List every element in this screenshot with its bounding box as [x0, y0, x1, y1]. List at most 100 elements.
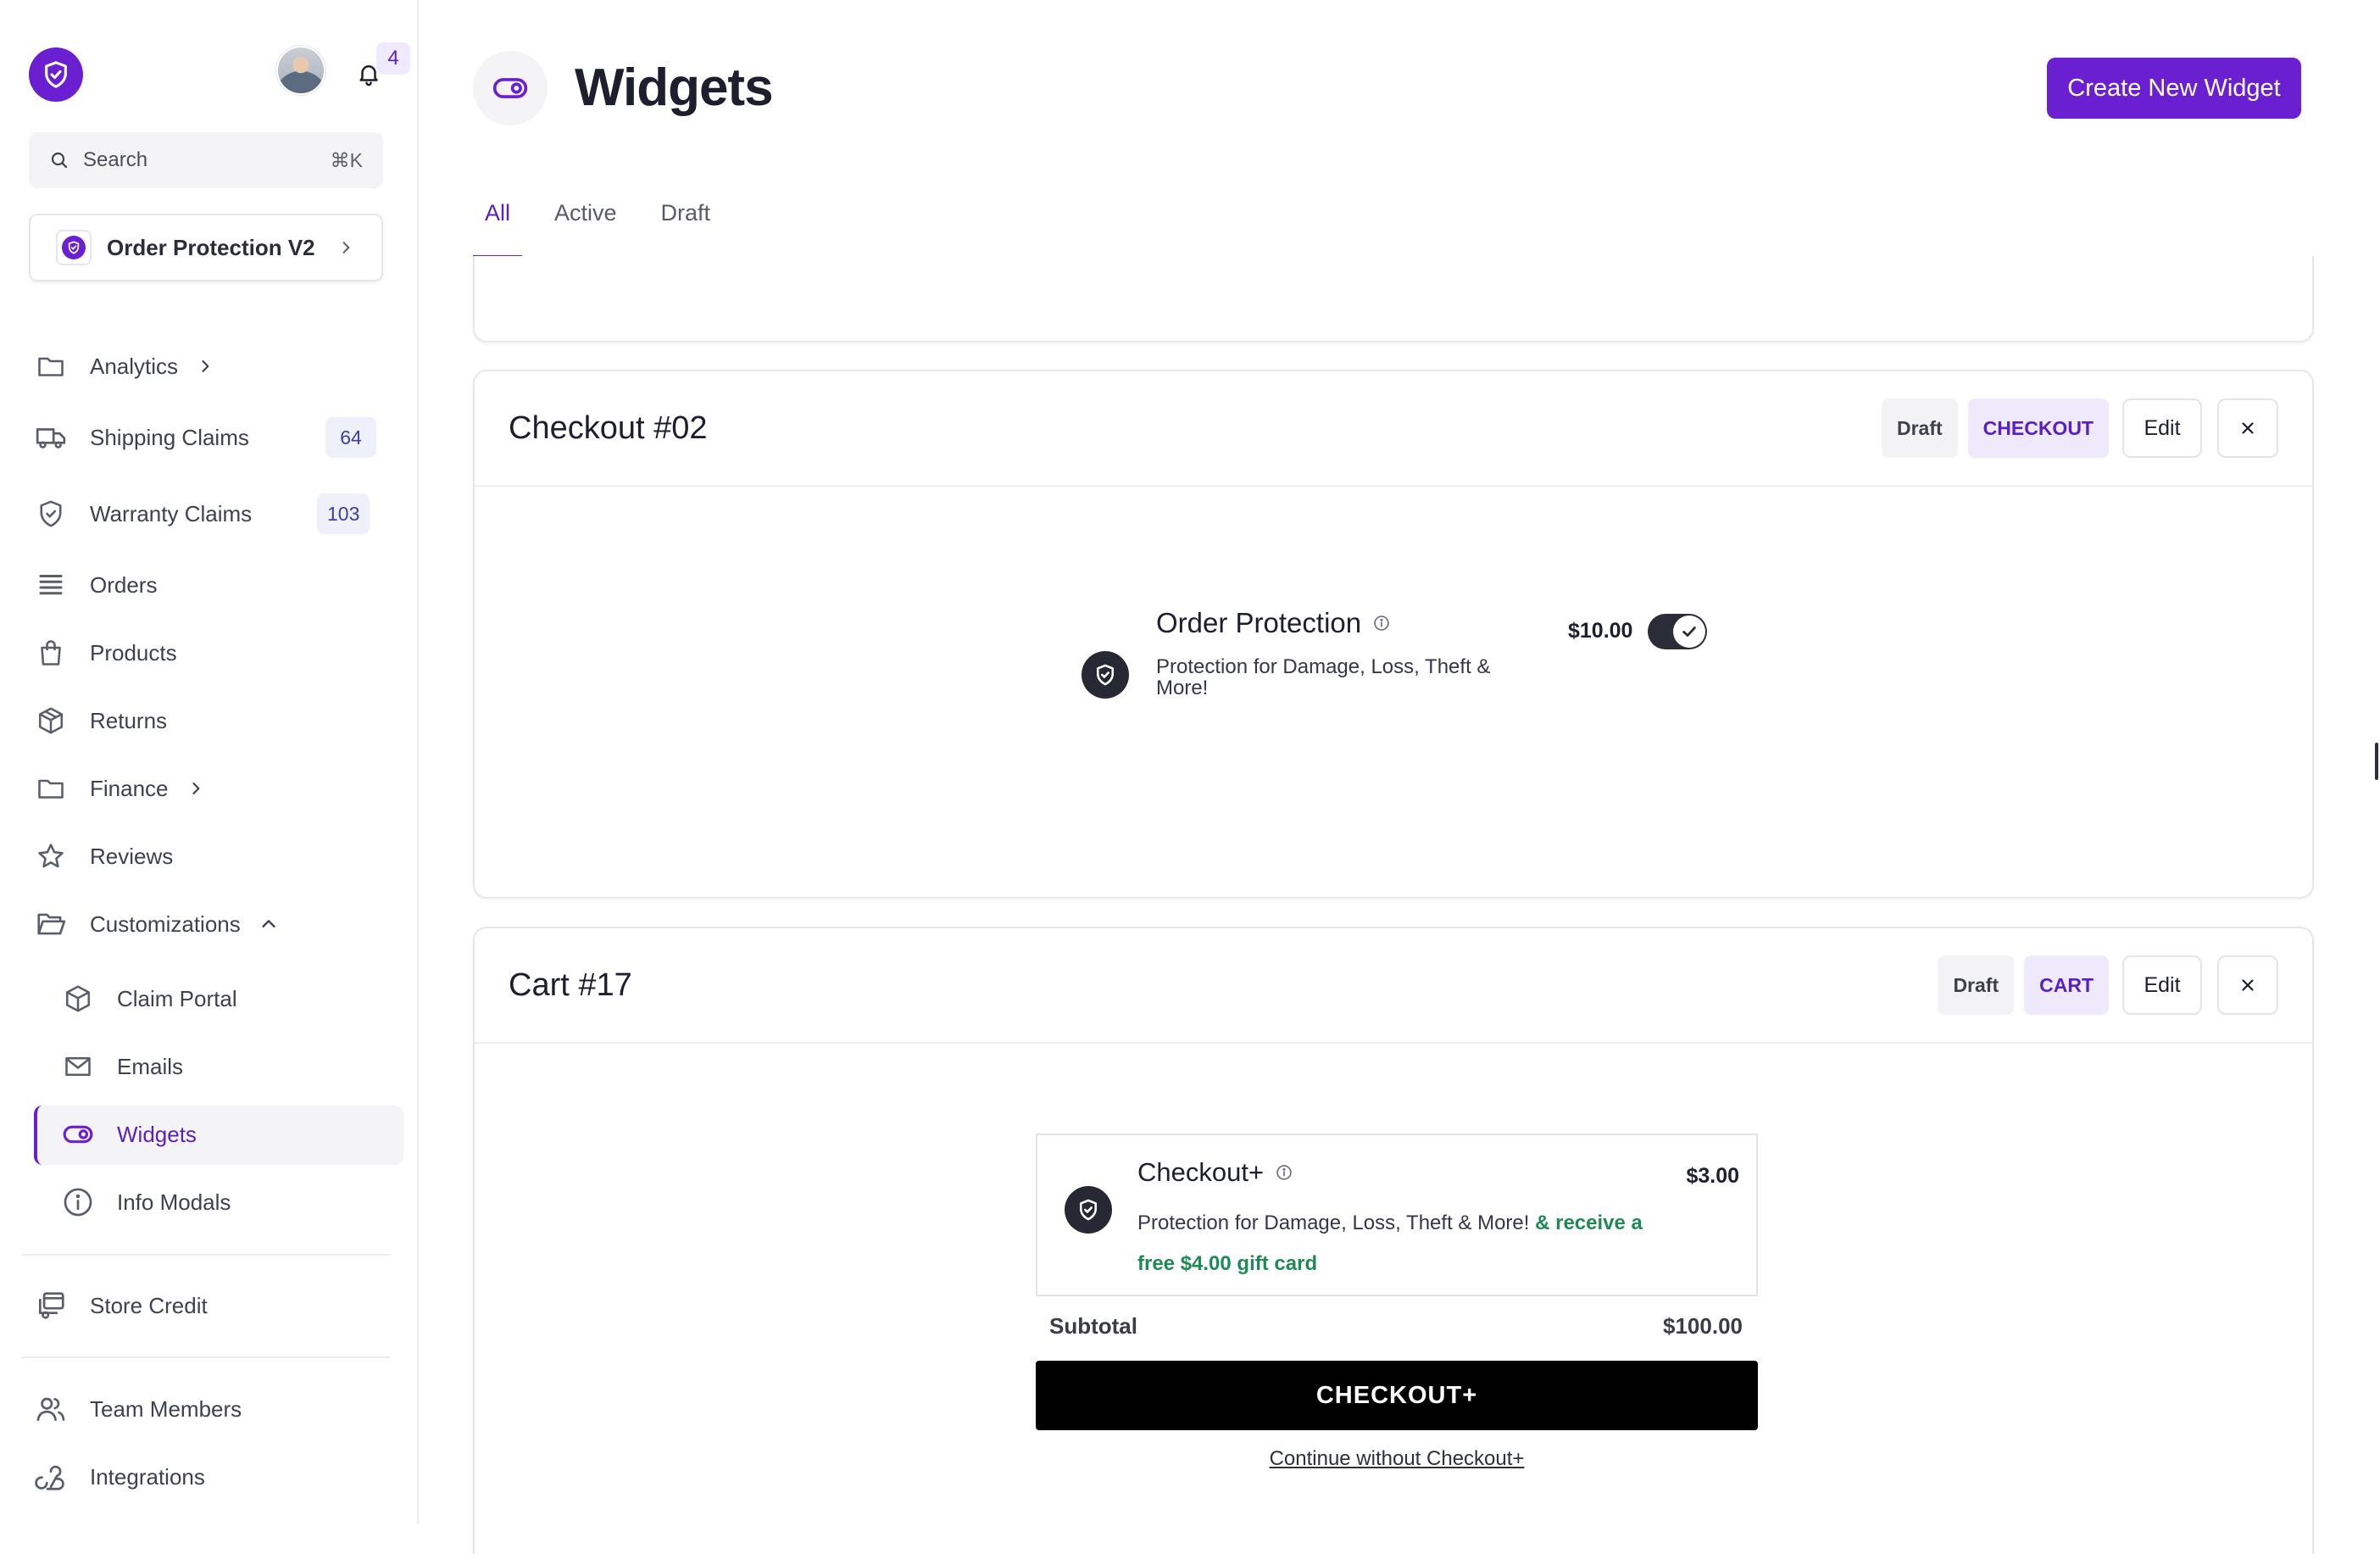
sidebar-item-widgets[interactable]: Widgets — [61, 1109, 197, 1160]
preview-title: Order Protection — [1156, 607, 1390, 639]
info-icon[interactable] — [1276, 1164, 1293, 1181]
edit-button[interactable]: Edit — [2122, 955, 2202, 1015]
widget-card-header: Checkout #02 Draft CHECKOUT Edit — [475, 371, 2312, 487]
users-icon — [36, 1397, 65, 1422]
shield-badge — [1082, 651, 1129, 699]
sidebar-item-customizations[interactable]: Customizations — [34, 899, 280, 950]
sidebar-item-label: Products — [90, 639, 177, 666]
tab-bar: All Active Draft — [473, 188, 742, 259]
sidebar-item-team-members[interactable]: Team Members — [34, 1384, 242, 1434]
box-icon — [65, 985, 91, 1012]
sidebar-item-reviews[interactable]: Reviews — [34, 831, 173, 882]
page-title: Widgets — [575, 58, 774, 117]
preview-description-text: Protection for Damage, Loss, Theft & Mor… — [1137, 1211, 1530, 1234]
protection-toggle[interactable] — [1648, 614, 1707, 649]
warranty-claims-count-badge: 103 — [317, 493, 370, 534]
widget-title: Cart #17 — [509, 966, 632, 1003]
subtotal-label: Subtotal — [1049, 1313, 1137, 1339]
type-badge: CART — [2024, 955, 2109, 1015]
bag-icon — [41, 640, 61, 666]
star-icon — [38, 844, 64, 868]
sidebar-item-integrations[interactable]: Integrations — [34, 1451, 205, 1502]
preview-title-text: Checkout+ — [1137, 1157, 1265, 1187]
sidebar-item-store-credit[interactable]: Store Credit — [34, 1280, 208, 1331]
tab-draft[interactable]: Draft — [649, 188, 723, 259]
type-badge: CHECKOUT — [1967, 398, 2109, 458]
create-new-widget-button[interactable]: Create New Widget — [2047, 58, 2301, 119]
chevron-right-icon — [342, 242, 350, 253]
sidebar-item-orders[interactable]: Orders — [34, 560, 157, 610]
scrollbar[interactable] — [2375, 743, 2378, 780]
widget-title: Checkout #02 — [509, 409, 708, 446]
sidebar-item-info-modals[interactable]: Info Modals — [61, 1177, 231, 1228]
search-icon — [51, 152, 68, 169]
sidebar-item-analytics[interactable]: Analytics — [34, 341, 217, 392]
sidebar: 4 Search ⌘K Order Protection V2 Analytic… — [0, 0, 419, 1524]
sidebar-item-label: Widgets — [117, 1121, 197, 1147]
sidebar-item-label: Emails — [117, 1053, 184, 1079]
sidebar-item-emails[interactable]: Emails — [61, 1041, 183, 1092]
preview-title-text: Order Protection — [1156, 607, 1362, 638]
main-content: Widgets Create New Widget All Active Dra… — [419, 0, 2380, 1554]
sidebar-item-label: Finance — [90, 775, 169, 801]
delete-button[interactable] — [2217, 398, 2278, 458]
chevron-up-icon — [262, 920, 275, 927]
info-icon[interactable] — [1373, 615, 1390, 632]
sidebar-item-label: Info Modals — [117, 1189, 231, 1215]
checkout-plus-button[interactable]: CHECKOUT+ — [1036, 1361, 1758, 1430]
sidebar-item-label: Store Credit — [90, 1292, 208, 1318]
widget-card: Cart #17 Draft CART Edit Checkout+ $3.00… — [473, 927, 2314, 1554]
truck-icon — [36, 428, 66, 448]
close-icon — [2242, 979, 2254, 991]
tab-active[interactable]: Active — [542, 188, 629, 259]
sidebar-item-label: Integrations — [90, 1463, 205, 1490]
widget-card — [473, 256, 2314, 343]
toggle-knob — [1673, 615, 1705, 648]
shield-check-icon — [1079, 1199, 1098, 1221]
preview-description: Protection for Damage, Loss, Theft & Mor… — [1137, 1203, 1680, 1284]
sidebar-item-shipping-claims[interactable]: Shipping Claims — [34, 412, 249, 463]
app-logo[interactable] — [29, 47, 83, 102]
sidebar-item-claim-portal[interactable]: Claim Portal — [61, 973, 237, 1024]
workspace-name: Order Protection V2 — [107, 234, 315, 260]
notification-count-badge: 4 — [376, 42, 410, 75]
edit-button[interactable]: Edit — [2122, 398, 2202, 458]
preview-price: $3.00 — [1686, 1164, 1739, 1188]
webhook-icon — [35, 1465, 64, 1490]
widget-card: Checkout #02 Draft CHECKOUT Edit Order P… — [473, 370, 2314, 899]
folder-icon — [38, 779, 64, 799]
sidebar-item-label: Team Members — [90, 1395, 242, 1422]
tab-all[interactable]: All — [473, 188, 523, 259]
search-input[interactable]: Search ⌘K — [29, 132, 383, 188]
workspace-logo — [56, 230, 92, 265]
avatar[interactable] — [276, 46, 325, 95]
sidebar-item-label: Returns — [90, 707, 168, 733]
shield-check-icon — [40, 500, 62, 527]
check-icon — [1682, 627, 1696, 637]
credit-icon — [38, 1292, 64, 1319]
sidebar-item-label: Customizations — [90, 911, 241, 937]
workspace-switcher[interactable]: Order Protection V2 — [29, 214, 383, 281]
continue-without-link[interactable]: Continue without Checkout+ — [1036, 1447, 1758, 1471]
delete-button[interactable] — [2217, 955, 2278, 1015]
sidebar-item-label: Analytics — [90, 353, 179, 379]
sidebar-item-returns[interactable]: Returns — [34, 695, 167, 746]
envelope-icon — [65, 1056, 91, 1077]
sidebar-divider — [22, 1254, 390, 1256]
chevron-right-icon — [192, 783, 199, 794]
shield-check-icon — [68, 241, 80, 254]
sidebar-divider — [22, 1356, 390, 1358]
subtotal-row: Subtotal $100.00 — [1049, 1313, 1743, 1340]
shield-check-icon — [45, 61, 67, 88]
checkout-plus-preview: Checkout+ $3.00 Protection for Damage, L… — [1036, 1133, 1758, 1296]
preview-title: Checkout+ — [1137, 1157, 1293, 1188]
box-icon — [38, 707, 64, 734]
folder-open-icon — [37, 913, 66, 935]
list-icon — [39, 575, 63, 595]
order-protection-preview: Order Protection Protection for Damage, … — [1082, 607, 1709, 726]
subtotal-value: $100.00 — [1663, 1313, 1743, 1339]
sidebar-item-finance[interactable]: Finance — [34, 763, 208, 814]
sidebar-item-warranty-claims[interactable]: Warranty Claims — [34, 488, 252, 539]
sidebar-item-products[interactable]: Products — [34, 627, 177, 678]
widget-card-header: Cart #17 Draft CART Edit — [475, 928, 2312, 1044]
